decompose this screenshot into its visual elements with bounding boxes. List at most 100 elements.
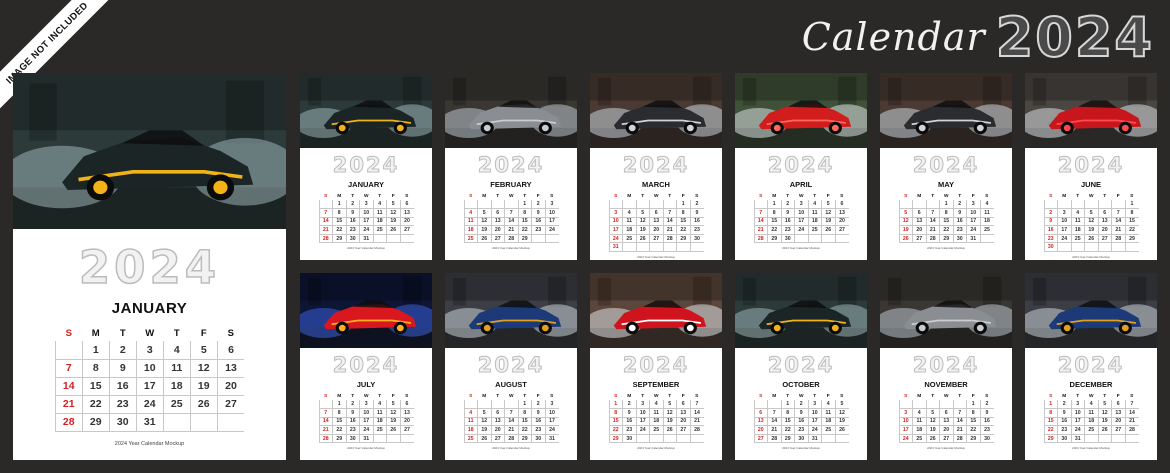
day-cell: 25 [622, 234, 636, 244]
year-heading: 2024 [78, 240, 221, 295]
day-cell: 26 [1084, 234, 1098, 244]
month-card-may: 2024 MAY S M T W T F S 1 2 3 4 5 6 7 8 9 10 11 12 13 14 15 16 17 1… [880, 73, 1012, 260]
month-name: JULY [356, 380, 376, 389]
day-cell [1111, 434, 1125, 444]
day-cell [1084, 434, 1098, 444]
week-row: 13 14 15 16 17 18 19 [753, 417, 849, 427]
day-cell: 4 [821, 400, 835, 410]
week-row: 4 5 6 7 8 9 10 [463, 408, 559, 418]
weekday-header: T [931, 193, 935, 199]
footer-caption: 2024 Year Calendar Mockup [1072, 446, 1110, 451]
day-cell: 18 [1084, 417, 1098, 427]
weekday-header: T [641, 393, 645, 399]
day-cell: 13 [216, 359, 245, 378]
day-cell: 14 [54, 377, 83, 396]
month-name: APRIL [789, 180, 813, 189]
weekday-header: T [786, 393, 790, 399]
year-heading: 2024 [1057, 353, 1125, 378]
weekday-header: T [351, 393, 355, 399]
weekday-header: W [508, 393, 514, 399]
footer-caption: 2024 Year Calendar Mockup [782, 446, 820, 451]
day-cell [54, 341, 83, 360]
day-cell: 26 [386, 225, 400, 235]
weekday-header: M [1062, 393, 1067, 399]
day-cell: 19 [386, 417, 400, 427]
day-cell: 28 [767, 434, 781, 444]
day-cell: 23 [531, 225, 545, 235]
day-cell: 6 [912, 208, 926, 218]
day-cell: 24 [966, 225, 980, 235]
car-photo-frame [880, 73, 1012, 148]
day-cell: 16 [1043, 225, 1058, 235]
car-photo [880, 273, 1012, 348]
day-cell: 18 [912, 425, 926, 435]
day-cell: 8 [1043, 408, 1058, 418]
day-cell [912, 400, 926, 410]
days-table: S M T W T F S 1 2 3 4 5 6 7 8 9 10 11 12 13 14 15 16 17 18 19 20 21… [1043, 392, 1139, 444]
day-cell: 24 [898, 434, 913, 444]
day-cell: 6 [399, 400, 414, 410]
day-cell: 11 [979, 208, 994, 218]
day-cell: 25 [463, 434, 478, 444]
day-cell: 11 [649, 408, 663, 418]
car-photo-frame [880, 273, 1012, 348]
day-cell [1043, 200, 1058, 210]
week-row: 14 15 16 17 18 19 20 [318, 217, 414, 227]
day-cell: 29 [332, 234, 346, 244]
day-cell: 26 [477, 434, 491, 444]
day-cell: 31 [359, 434, 373, 444]
day-cell: 13 [649, 217, 663, 227]
footer-caption: 2024 Year Calendar Mockup [347, 246, 385, 251]
day-cell [544, 234, 559, 244]
day-cell: 5 [477, 408, 491, 418]
day-cell: 17 [359, 417, 373, 427]
day-cell [794, 234, 808, 244]
day-cell [189, 413, 218, 432]
day-cell: 6 [1097, 208, 1112, 218]
day-cell: 28 [318, 234, 333, 244]
month-card-september: 2024 SEPTEMBER S M T W T F S 1 2 3 4 5 6 7 8 9 10 11 12 13 14 1… [590, 273, 722, 460]
car-photo [735, 73, 867, 148]
year-heading: 2024 [622, 153, 690, 178]
day-cell: 1 [966, 400, 980, 410]
weekday-header: M [482, 193, 487, 199]
day-cell: 23 [345, 225, 360, 235]
week-row: 7 8 9 10 11 12 13 [753, 208, 849, 218]
day-cell: 12 [635, 217, 650, 227]
days-table: S M T W T F S 1 2 3 4 5 6 7 8 9 10 11 12 13 14 15 16 17 18 19 20 21… [608, 392, 704, 444]
weekday-header: S [695, 193, 699, 199]
day-cell: 21 [504, 225, 518, 235]
weekday-header: F [536, 193, 540, 199]
day-cell: 14 [504, 217, 518, 227]
day-cell: 12 [898, 217, 913, 227]
week-row: 21 22 23 24 25 26 27 [54, 395, 245, 414]
day-cell: 18 [372, 417, 387, 427]
day-cell [898, 400, 913, 410]
week-row: 8 9 10 11 12 13 14 [608, 408, 704, 418]
day-cell: 13 [676, 408, 690, 418]
weekday-header: T [668, 193, 672, 199]
day-cell: 13 [1097, 217, 1112, 227]
day-cell [662, 434, 677, 444]
day-cell: 17 [359, 217, 373, 227]
day-cell: 20 [399, 417, 414, 427]
day-cell: 19 [925, 425, 940, 435]
day-cell: 4 [807, 200, 822, 210]
month-name: NOVEMBER [924, 380, 968, 389]
week-row: 19 20 21 22 23 24 25 [898, 225, 994, 235]
day-cell: 26 [898, 234, 913, 244]
year-heading: 2024 [332, 353, 400, 378]
day-cell: 22 [676, 225, 690, 235]
day-cell: 20 [939, 425, 953, 435]
day-cell: 28 [318, 434, 333, 444]
day-cell [504, 200, 518, 210]
day-cell: 2 [622, 400, 636, 410]
weekday-header: T [1076, 193, 1080, 199]
day-cell: 4 [162, 341, 191, 360]
weekday-header: W [943, 193, 949, 199]
day-cell: 21 [753, 225, 768, 235]
car-photo [1025, 73, 1157, 148]
day-cell: 4 [372, 200, 387, 210]
day-cell: 26 [386, 425, 400, 435]
day-cell: 26 [925, 434, 940, 444]
